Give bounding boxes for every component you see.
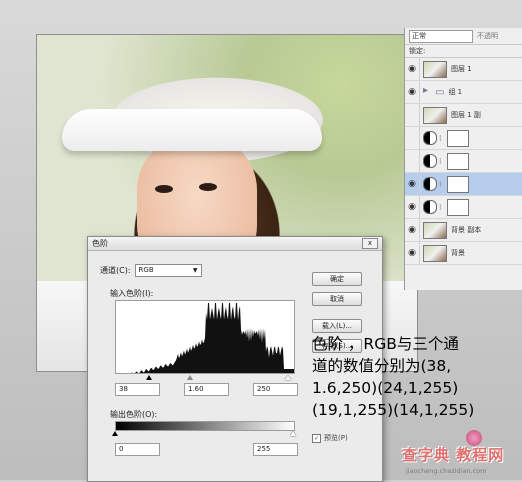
eye-icon: ◉ xyxy=(408,179,416,189)
channel-row: 通道(C): RGB ▼ xyxy=(100,264,202,277)
layer-thumbnail[interactable] xyxy=(423,106,447,124)
watermark-url: jiaocheng.chazidian.com xyxy=(406,467,487,475)
input-gamma-handle[interactable] xyxy=(187,375,193,380)
layer-row[interactable]: ◉ ⁝ xyxy=(405,196,522,219)
layer-list: ◉ 图层 1 ◉ ▸ ▭ 组 1 图层 1 副 ⁝ ⁝ ◉ ⁝ ◉ ⁝ ◉ 背景 副本 ◉ 背景 xyxy=(405,58,522,265)
dialog-title: 色阶 xyxy=(92,239,108,248)
visibility-toggle[interactable]: ◉ xyxy=(405,219,420,241)
watermark-text: 查字典 教程网 xyxy=(402,446,505,464)
histogram xyxy=(115,300,295,374)
dialog-titlebar[interactable]: 色阶 x xyxy=(88,237,382,251)
caption-text: 色阶 ，RGB与三个通 道的数值分别为(38, 1.6,250)(24,1,25… xyxy=(312,333,518,421)
output-slider[interactable] xyxy=(112,431,296,437)
layer-row[interactable]: ⁝ xyxy=(405,127,522,150)
output-gradient xyxy=(115,421,295,431)
layer-thumbnail[interactable] xyxy=(423,221,447,239)
lock-row: 锁定: xyxy=(405,45,522,58)
layer-row[interactable]: ◉ 图层 1 xyxy=(405,58,522,81)
output-black-field[interactable]: 0 xyxy=(115,443,160,456)
layers-top-row: 正常 不透明 xyxy=(405,28,522,45)
caption-line: 色阶 ，RGB与三个通 xyxy=(312,335,459,353)
layer-row[interactable]: ◉ 背景 副本 xyxy=(405,219,522,242)
expand-arrow-icon[interactable]: ▸ xyxy=(423,85,435,100)
adjustment-icon xyxy=(423,200,437,214)
adjustment-icon xyxy=(423,177,437,191)
layer-name: 图层 1 xyxy=(451,65,472,73)
output-black-handle[interactable] xyxy=(112,431,118,436)
visibility-toggle[interactable]: ◉ xyxy=(405,242,420,264)
visibility-toggle[interactable]: ◉ xyxy=(405,58,420,80)
layer-mask-thumbnail[interactable] xyxy=(446,152,469,170)
visibility-toggle[interactable]: ◉ xyxy=(405,196,420,218)
input-white-field[interactable]: 250 xyxy=(253,383,298,396)
load-button[interactable]: 载入(L)... xyxy=(312,319,362,333)
chevron-down-icon: ▼ xyxy=(192,267,198,274)
preview-row[interactable]: ✓ 预览(P) xyxy=(312,433,348,443)
blend-mode-select[interactable]: 正常 xyxy=(409,29,473,43)
output-levels-label: 输出色阶(O): xyxy=(110,410,158,419)
portrait-eye-right xyxy=(199,183,217,191)
preview-label: 预览(P) xyxy=(324,434,348,442)
adjustment-icon xyxy=(423,154,437,168)
close-button[interactable]: x xyxy=(362,238,378,249)
eye-icon: ◉ xyxy=(408,202,416,212)
layer-row[interactable]: ◉ ▸ ▭ 组 1 xyxy=(405,81,522,104)
visibility-toggle[interactable] xyxy=(405,104,420,126)
layer-row[interactable]: ◉ ⁝ xyxy=(405,173,522,196)
channel-label: 通道(C): xyxy=(100,266,131,275)
layer-thumbnail[interactable] xyxy=(423,60,447,78)
portrait-hat xyxy=(62,109,322,151)
layer-row[interactable]: ◉ 背景 xyxy=(405,242,522,265)
input-gamma-field[interactable]: 1.60 xyxy=(184,383,229,396)
link-icon: ⁝ xyxy=(439,156,442,166)
eye-icon: ◉ xyxy=(408,248,416,258)
layer-row[interactable]: ⁝ xyxy=(405,150,522,173)
visibility-toggle[interactable] xyxy=(405,150,420,172)
input-black-handle[interactable] xyxy=(146,375,152,380)
adjustment-icon xyxy=(423,131,437,145)
layer-name: 组 1 xyxy=(448,88,463,96)
layer-name: 背景 xyxy=(451,249,465,257)
layer-row[interactable]: 图层 1 副 xyxy=(405,104,522,127)
caption-line: 道的数值分别为(38, xyxy=(312,357,452,375)
folder-icon: ▭ xyxy=(435,86,445,98)
opacity-label: 不透明 xyxy=(477,32,498,40)
cancel-button[interactable]: 取消 xyxy=(312,292,362,306)
layers-panel: 正常 不透明 锁定: ◉ 图层 1 ◉ ▸ ▭ 组 1 图层 1 副 ⁝ ⁝ ◉ ⁝ ◉ ⁝ ◉ 背景 副本… xyxy=(404,28,522,290)
layer-thumbnail[interactable] xyxy=(423,244,447,262)
watermark: 查字典 教程网 jiaocheng.chazidian.com xyxy=(398,430,522,480)
eye-icon: ◉ xyxy=(408,64,416,74)
lock-label: 锁定: xyxy=(409,47,426,55)
layer-mask-thumbnail[interactable] xyxy=(446,198,469,216)
link-icon: ⁝ xyxy=(439,202,442,212)
visibility-toggle[interactable]: ◉ xyxy=(405,81,420,103)
output-white-field[interactable]: 255 xyxy=(253,443,298,456)
screenshot-frame: 正常 不透明 锁定: ◉ 图层 1 ◉ ▸ ▭ 组 1 图层 1 副 ⁝ ⁝ ◉ ⁝ ◉ ⁝ ◉ 背景 副本… xyxy=(0,0,522,482)
visibility-toggle[interactable] xyxy=(405,127,420,149)
caption-line: (19,1,255)(14,1,255) xyxy=(312,401,475,419)
eye-icon: ◉ xyxy=(408,225,416,235)
layer-name: 图层 1 副 xyxy=(451,111,481,119)
channel-select[interactable]: RGB ▼ xyxy=(134,264,202,277)
visibility-toggle[interactable]: ◉ xyxy=(405,173,420,195)
preview-checkbox[interactable]: ✓ xyxy=(312,433,321,443)
link-icon: ⁝ xyxy=(439,133,442,143)
portrait-eye-left xyxy=(155,185,173,193)
ok-button[interactable]: 确定 xyxy=(312,272,362,286)
caption-line: 1.6,250)(24,1,255) xyxy=(312,379,459,397)
channel-value: RGB xyxy=(138,266,154,274)
link-icon: ⁝ xyxy=(439,179,442,189)
layer-mask-thumbnail[interactable] xyxy=(446,175,469,193)
eye-icon: ◉ xyxy=(408,87,416,97)
input-white-handle[interactable] xyxy=(285,375,291,380)
layer-mask-thumbnail[interactable] xyxy=(446,129,469,147)
input-black-field[interactable]: 38 xyxy=(115,383,160,396)
histogram-shape xyxy=(116,303,294,373)
input-slider[interactable] xyxy=(115,375,293,381)
input-levels-label: 输入色阶(I): xyxy=(110,289,154,298)
output-white-handle[interactable] xyxy=(290,431,296,436)
layer-name: 背景 副本 xyxy=(451,226,482,234)
